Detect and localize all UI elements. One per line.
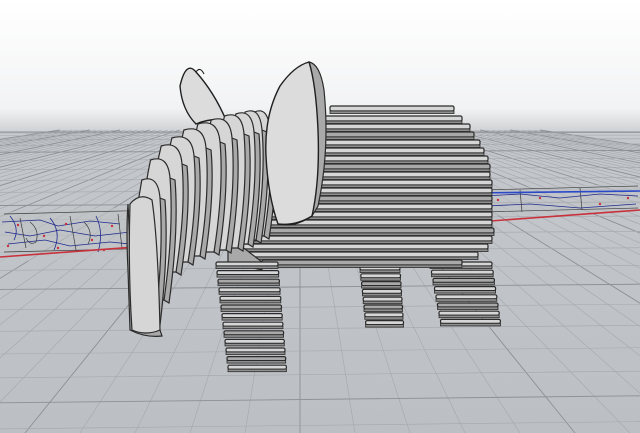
slice-plate-edge bbox=[245, 256, 479, 260]
slice-plate-edge bbox=[431, 273, 494, 278]
slice-plate-edge bbox=[231, 248, 489, 252]
slice-plate-edge bbox=[361, 292, 402, 297]
slice-plate-edge bbox=[362, 300, 403, 305]
slice-plate-edge bbox=[313, 128, 471, 132]
slice-plate-edge bbox=[440, 322, 501, 327]
slice-plate bbox=[438, 310, 500, 316]
slice-plate bbox=[226, 356, 287, 362]
slice-plate bbox=[362, 296, 403, 302]
slice-plate-edge bbox=[222, 325, 284, 330]
slice-plate bbox=[329, 105, 455, 112]
slice-plate bbox=[221, 313, 283, 319]
slice-plate-edge bbox=[216, 274, 280, 278]
slice-plate-edge bbox=[225, 351, 286, 355]
slice-plate bbox=[307, 131, 475, 138]
slice-plate-edge bbox=[361, 285, 402, 289]
slice-plate-edge bbox=[218, 291, 281, 295]
slice-plate-edge bbox=[307, 136, 475, 140]
slice-plate-edge bbox=[363, 308, 403, 312]
slice-plate bbox=[223, 330, 285, 336]
slice-plate bbox=[432, 277, 496, 283]
slice-plate-edge bbox=[215, 265, 279, 269]
slice-plate bbox=[224, 338, 285, 344]
slice-plate-edge bbox=[227, 240, 493, 244]
slice-plate-edge bbox=[235, 224, 493, 228]
slice-plate bbox=[299, 139, 481, 146]
slice-plate bbox=[364, 312, 404, 318]
slice-plate bbox=[222, 321, 284, 327]
slice-plate-edge bbox=[220, 308, 282, 312]
slice-plate-edge bbox=[435, 298, 498, 302]
slice-plate bbox=[216, 270, 280, 276]
slice-plate-edge bbox=[223, 334, 284, 338]
slice-plate-edge bbox=[437, 306, 499, 310]
slice-plate bbox=[217, 278, 281, 284]
slice-plate bbox=[219, 295, 282, 301]
slice-plate-edge bbox=[432, 281, 495, 286]
slice-plate bbox=[231, 243, 489, 250]
slice-plate-edge bbox=[360, 277, 401, 281]
slice-plate bbox=[245, 251, 479, 258]
slice-plate bbox=[430, 269, 494, 275]
slice-plate bbox=[363, 304, 404, 310]
slice-plate bbox=[218, 287, 281, 293]
slice-plate-edge bbox=[364, 316, 404, 320]
slice-plate-edge bbox=[299, 144, 481, 148]
slice-plate bbox=[433, 286, 497, 292]
slice-plate bbox=[365, 320, 405, 326]
slice-plate bbox=[261, 259, 463, 266]
slice-plate-edge bbox=[329, 110, 455, 114]
slice-plate-edge bbox=[219, 299, 282, 304]
slice-plate bbox=[435, 294, 498, 300]
slice-plate-edge bbox=[227, 368, 287, 373]
slice-plate bbox=[360, 273, 402, 279]
slice-plate bbox=[319, 115, 463, 122]
slice-plate bbox=[231, 227, 495, 234]
slice-plate-edge bbox=[261, 264, 463, 268]
slice-plate-edge bbox=[226, 360, 287, 364]
slice-plate-edge bbox=[365, 324, 404, 328]
slice-plate-edge bbox=[221, 317, 283, 321]
slice-plate-edge bbox=[217, 282, 280, 287]
slice-plate-edge bbox=[438, 314, 500, 319]
slice-plate-edge bbox=[319, 120, 463, 124]
slice-plate bbox=[361, 288, 403, 294]
perspective-viewport[interactable] bbox=[0, 0, 640, 433]
slice-plate-edge bbox=[231, 232, 495, 236]
slice-plate bbox=[361, 281, 402, 287]
slice-plate bbox=[235, 219, 493, 226]
slice-plate bbox=[225, 347, 286, 353]
slice-plate bbox=[313, 123, 471, 130]
slice-plate bbox=[220, 304, 283, 310]
slice-plate-edge bbox=[359, 269, 401, 273]
slice-plate bbox=[215, 261, 279, 267]
slice-plate-edge bbox=[224, 342, 285, 347]
slice-plate-edge bbox=[434, 290, 496, 294]
slice-plate bbox=[439, 318, 502, 324]
viewport-canvas[interactable] bbox=[0, 0, 640, 433]
slice-plate bbox=[227, 364, 288, 370]
slice-plate bbox=[436, 302, 499, 308]
